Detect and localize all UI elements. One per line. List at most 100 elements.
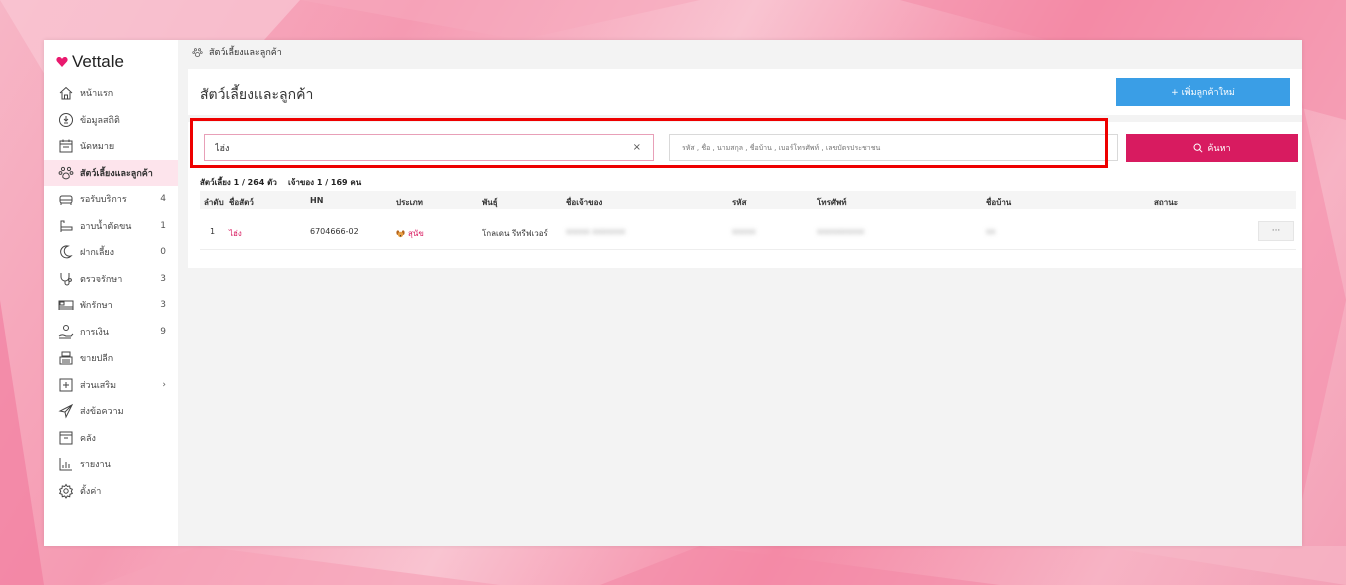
stats-icon	[59, 112, 73, 127]
col-phone: โทรศัพท์	[817, 198, 847, 207]
moon-icon	[60, 245, 73, 259]
col-index: ลำดับ	[204, 198, 224, 207]
sidebar-item-label: ฝากเลี้ยง	[80, 248, 115, 259]
sidebar-item-label: รอรับบริการ	[80, 195, 127, 206]
app-name: Vettale	[72, 52, 124, 71]
dog-icon	[396, 229, 405, 237]
page-title: สัตว์เลี้ยงและลูกค้า	[200, 87, 314, 103]
logo[interactable]: Vettale	[56, 52, 124, 72]
sidebar-item-label: คลัง	[80, 433, 96, 444]
sidebar-item-badge: 9	[160, 326, 166, 337]
row-house: xx	[986, 227, 996, 236]
row-more-button[interactable]: ···	[1258, 221, 1294, 241]
row-owner: xxxxx xxxxxxx	[566, 227, 626, 236]
table-header: ลำดับ ชื่อสัตว์ HN ประเภท พันธุ์ ชื่อเจ้…	[200, 191, 1296, 209]
sidebar-item-8[interactable]: พักรักษา 3	[44, 292, 178, 319]
money-hand-icon	[58, 324, 74, 339]
send-icon	[58, 404, 74, 419]
sidebar-item-label: สัตว์เลี้ยงและลูกค้า	[80, 168, 153, 179]
sidebar-item-6[interactable]: ฝากเลี้ยง 0	[44, 239, 178, 266]
sidebar-item-label: ส่งข้อความ	[80, 407, 124, 418]
search-button[interactable]: ค้นหา	[1126, 134, 1298, 162]
title-bar: สัตว์เลี้ยงและลูกค้า + เพิ่มลูกค้าใหม่	[188, 69, 1302, 115]
sidebar-item-11[interactable]: ส่วนเสริม ›	[44, 372, 178, 399]
pet-search-input[interactable]	[213, 141, 617, 154]
col-code: รหัส	[732, 198, 747, 207]
sidebar-item-13[interactable]: คลัง	[44, 425, 178, 452]
row-breed: โกลเดน รีทรีฟเวอร์	[482, 229, 548, 238]
chart-icon	[59, 458, 72, 471]
heart-logo-icon	[56, 56, 68, 67]
sidebar-item-14[interactable]: รายงาน	[44, 451, 178, 478]
row-index: 1	[210, 227, 216, 236]
home-icon	[59, 87, 73, 100]
gear-icon	[59, 483, 73, 499]
result-summary: สัตว์เลี้ยง 1 / 264 ตัว เจ้าของ 1 / 169 …	[200, 178, 362, 187]
cash-register-icon	[59, 351, 73, 365]
sidebar-item-label: การเงิน	[80, 327, 109, 338]
col-owner: ชื่อเจ้าของ	[566, 198, 603, 207]
sofa-icon	[59, 195, 73, 206]
search-button-label: ค้นหา	[1207, 144, 1231, 154]
paw-icon	[192, 47, 203, 57]
main-content: สัตว์เลี้ยงและลูกค้า สัตว์เลี้ยงและลูกค้…	[178, 40, 1302, 546]
sidebar-item-9[interactable]: การเงิน 9	[44, 319, 178, 346]
plus-square-icon	[59, 378, 73, 392]
sidebar-item-3[interactable]: สัตว์เลี้ยงและลูกค้า	[44, 159, 178, 186]
sidebar-item-12[interactable]: ส่งข้อความ	[44, 398, 178, 425]
breadcrumb-label[interactable]: สัตว์เลี้ยงและลูกค้า	[209, 45, 282, 59]
row-type: สุนัข	[396, 227, 424, 240]
table-row[interactable]: 1 ไฮ่ง 6704666-02 สุนัข โกลเดน รีทรีฟเวอ…	[200, 215, 1296, 250]
stethoscope-icon	[60, 272, 72, 286]
sidebar-item-badge: 0	[160, 247, 166, 258]
sidebar-item-label: ตั้งค่า	[80, 486, 102, 497]
col-type: ประเภท	[396, 198, 423, 207]
sidebar-item-badge: ›	[162, 379, 166, 390]
sidebar-item-label: หน้าแรก	[80, 89, 114, 100]
sidebar-item-10[interactable]: ขายปลีก	[44, 345, 178, 372]
inventory-icon	[59, 431, 73, 445]
sidebar-item-label: นัดหมาย	[80, 142, 115, 153]
sidebar-item-label: รายงาน	[80, 460, 111, 471]
col-status: สถานะ	[1154, 198, 1178, 207]
add-customer-button[interactable]: + เพิ่มลูกค้าใหม่	[1116, 78, 1290, 106]
pet-name-link[interactable]: ไฮ่ง	[229, 227, 242, 240]
search-icon	[1193, 143, 1203, 153]
sidebar-item-label: ส่วนเสริม	[80, 380, 117, 391]
breadcrumb: สัตว์เลี้ยงและลูกค้า	[192, 45, 282, 59]
sidebar-item-label: ข้อมูลสถิติ	[80, 115, 120, 126]
sidebar-item-badge: 1	[160, 220, 166, 231]
sidebar-item-label: ตรวจรักษา	[80, 274, 123, 285]
app-window: Vettale หน้าแรก ข้อมูลสถิติ นัดหมาย สัตว์เล…	[44, 40, 1302, 546]
detail-search-input[interactable]	[680, 142, 1104, 153]
sidebar-item-2[interactable]: นัดหมาย	[44, 133, 178, 160]
col-hn: HN	[310, 196, 324, 205]
row-hn: 6704666-02	[310, 227, 359, 236]
col-breed: พันธุ์	[482, 198, 498, 207]
sidebar-item-5[interactable]: อาบน้ำตัดขน 1	[44, 213, 178, 240]
sidebar-item-1[interactable]: ข้อมูลสถิติ	[44, 107, 178, 134]
sidebar: Vettale หน้าแรกข้อมูลสถิตินัดหมายสัตว์เล…	[44, 40, 179, 546]
sidebar-item-label: ขายปลีก	[80, 354, 114, 365]
calendar-icon	[59, 139, 73, 153]
pet-search-field[interactable]: ×	[204, 134, 654, 161]
sidebar-item-4[interactable]: รอรับบริการ 4	[44, 186, 178, 213]
row-phone: xxxxxxxxxx	[817, 227, 865, 236]
sidebar-item-7[interactable]: ตรวจรักษา 3	[44, 266, 178, 293]
sidebar-item-badge: 3	[160, 273, 166, 284]
paw-icon	[58, 166, 74, 179]
row-code: xxxxx	[732, 227, 756, 236]
clear-icon[interactable]: ×	[633, 142, 641, 153]
sidebar-nav: หน้าแรกข้อมูลสถิตินัดหมายสัตว์เลี้ยงและล…	[44, 80, 178, 504]
sidebar-item-15[interactable]: ตั้งค่า	[44, 478, 178, 505]
sidebar-item-badge: 3	[160, 300, 166, 311]
sidebar-item-badge: 4	[160, 194, 166, 205]
bath-icon	[60, 220, 73, 232]
bed-icon	[58, 300, 74, 311]
detail-search-field[interactable]	[669, 134, 1118, 161]
col-pet-name: ชื่อสัตว์	[229, 198, 254, 207]
sidebar-item-0[interactable]: หน้าแรก	[44, 80, 178, 107]
sidebar-item-label: อาบน้ำตัดขน	[80, 221, 132, 232]
sidebar-item-label: พักรักษา	[80, 301, 113, 312]
customer-search-card: × ค้นหา สัตว์เลี้ยง 1 / 264 ตัว เจ้าของ …	[188, 122, 1302, 268]
